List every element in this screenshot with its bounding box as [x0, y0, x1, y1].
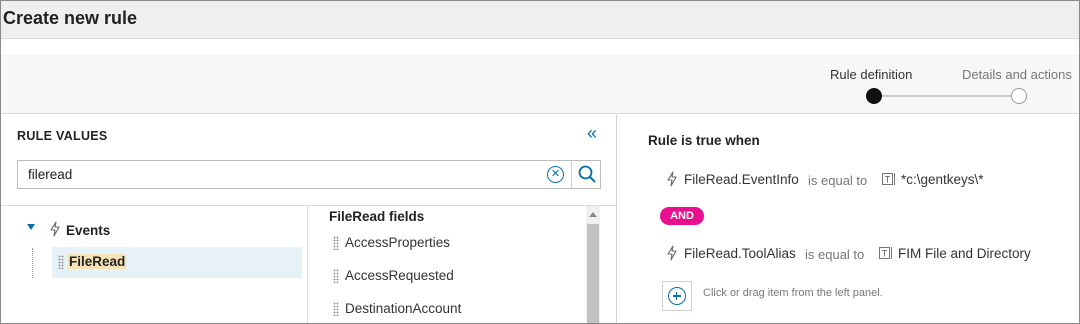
condition-operator[interactable]: is equal to: [808, 173, 867, 188]
double-chevron-left-icon[interactable]: «: [587, 123, 597, 143]
expand-caret-icon[interactable]: [27, 224, 35, 230]
field-item-accessproperties[interactable]: AccessProperties: [333, 232, 573, 254]
tree-guide-line: [32, 248, 33, 278]
search-separator: [571, 161, 572, 188]
search-input[interactable]: [18, 161, 548, 188]
drag-handle-icon[interactable]: [333, 269, 339, 283]
condition-row[interactable]: FileRead.ToolAlias is equal to FIM File …: [664, 242, 1074, 264]
text-value-icon: [879, 247, 892, 259]
clear-search-icon[interactable]: ✕: [547, 166, 564, 183]
add-condition-hint: Click or drag item from the left panel.: [703, 287, 883, 299]
field-item-label: DestinationAccount: [345, 301, 462, 316]
lightning-icon: [667, 245, 677, 261]
scrollbar-thumb[interactable]: [587, 224, 599, 323]
step-details-actions-dot[interactable]: [1011, 88, 1027, 104]
page-title: Create new rule: [3, 8, 138, 28]
rule-values-panel: RULE VALUES « ✕ Events FileRead: [1, 115, 617, 323]
step-rule-definition-label[interactable]: Rule definition: [830, 67, 912, 82]
drag-handle-icon[interactable]: [58, 255, 64, 269]
tree-item-label: FileRead: [68, 254, 127, 269]
plus-circle-icon: [668, 287, 686, 305]
fields-scrollbar[interactable]: [586, 206, 600, 323]
tree-group-events[interactable]: Events: [66, 223, 110, 238]
rule-conditions-panel: Rule is true when FileRead.EventInfo is …: [618, 115, 1079, 323]
step-details-actions-label[interactable]: Details and actions: [962, 67, 1072, 82]
wizard-stepper: Rule definition Details and actions: [1, 55, 1079, 114]
field-item-label: AccessProperties: [345, 235, 451, 250]
condition-field[interactable]: FileRead.EventInfo: [684, 172, 799, 187]
rule-values-header: RULE VALUES: [17, 129, 108, 143]
fields-list: FileRead fields AccessProperties AccessR…: [309, 206, 616, 323]
add-condition-button[interactable]: [662, 281, 692, 311]
field-item-label: AccessRequested: [345, 268, 454, 283]
condition-value[interactable]: FIM File and Directory: [898, 246, 1031, 261]
fields-header: FileRead fields: [329, 209, 425, 224]
title-bar: Create new rule: [1, 1, 1079, 39]
create-rule-dialog: Create new rule Rule definition Details …: [0, 0, 1080, 324]
field-item-destinationaccount[interactable]: DestinationAccount: [333, 298, 573, 320]
text-value-icon: [882, 173, 895, 185]
condition-row[interactable]: FileRead.EventInfo is equal to *c:\gentk…: [664, 168, 1074, 190]
search-icon[interactable]: [577, 164, 597, 184]
rule-values-tree: Events FileRead: [1, 206, 308, 323]
stepper-connector-line: [874, 95, 1019, 97]
condition-operator[interactable]: is equal to: [805, 247, 864, 262]
lightning-icon: [50, 221, 60, 237]
condition-field[interactable]: FileRead.ToolAlias: [684, 246, 796, 261]
and-connector-badge[interactable]: AND: [660, 207, 704, 225]
step-rule-definition-dot[interactable]: [866, 88, 882, 104]
scroll-up-arrow-icon[interactable]: [589, 212, 597, 217]
lightning-icon: [667, 171, 677, 187]
search-box: ✕: [17, 160, 601, 189]
drag-handle-icon[interactable]: [333, 236, 339, 250]
tree-item-fileread[interactable]: FileRead: [52, 247, 302, 278]
field-item-accessrequested[interactable]: AccessRequested: [333, 265, 573, 287]
rule-true-when-title: Rule is true when: [648, 133, 760, 148]
condition-value[interactable]: *c:\gentkeys\*: [901, 172, 984, 187]
drag-handle-icon[interactable]: [333, 302, 339, 316]
